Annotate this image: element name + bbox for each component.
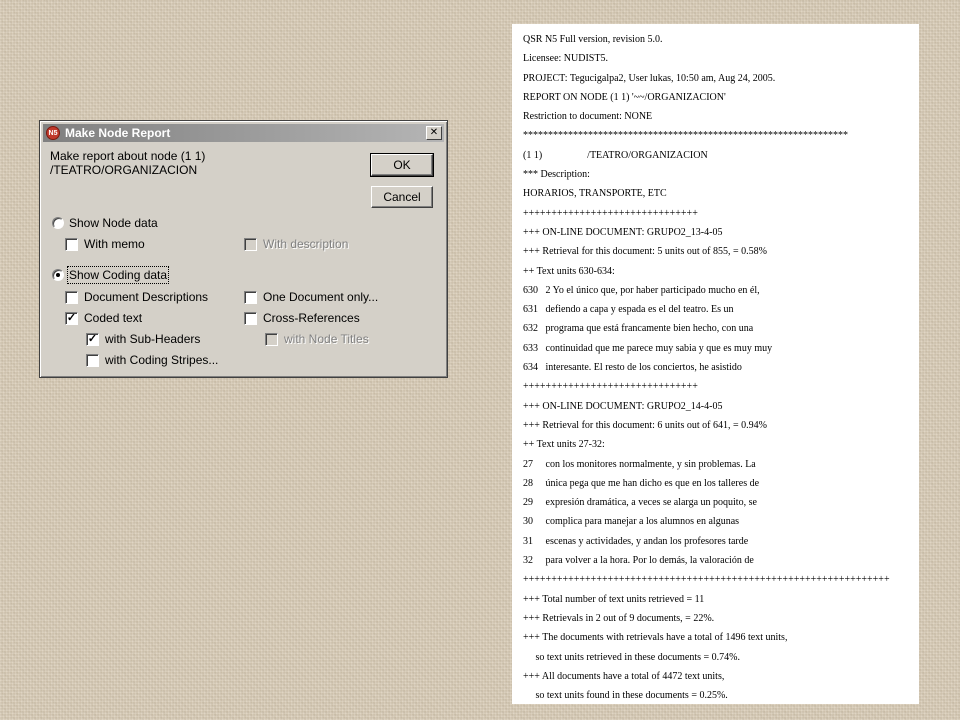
with-sub-headers-checkbox[interactable]: ✓ with Sub-Headers (86, 332, 200, 346)
checkmark-icon: ✓ (65, 311, 78, 325)
with-coding-stripes-label: with Coding Stripes... (105, 353, 219, 367)
report-line: ****************************************… (523, 130, 848, 142)
checkbox-unchecked-icon (244, 311, 257, 325)
report-line: PROJECT: Tegucigalpa2, User lukas, 10:50… (523, 72, 776, 84)
with-coding-stripes-checkbox[interactable]: with Coding Stripes... (86, 353, 218, 367)
report-line: 29 expresión dramática, a veces se alarg… (523, 497, 757, 509)
dialog-titlebar[interactable]: N5 Make Node Report ✕ (43, 124, 444, 142)
with-memo-checkbox[interactable]: With memo (65, 237, 145, 251)
show-coding-data-radio[interactable]: Show Coding data (52, 266, 170, 284)
report-line: HORARIOS, TRANSPORTE, ETC (523, 188, 667, 200)
cancel-button[interactable]: Cancel (371, 186, 433, 208)
report-line: 27 con los monitores normalmente, y sin … (523, 458, 756, 470)
with-memo-label: With memo (84, 237, 145, 251)
cross-references-checkbox[interactable]: Cross-References (244, 311, 360, 325)
coded-text-checkbox[interactable]: ✓ Coded text (65, 311, 142, 325)
report-line: +++ Retrieval for this document: 6 units… (523, 419, 767, 431)
show-node-data-label: Show Node data (69, 216, 158, 230)
one-document-only-label: One Document only... (263, 290, 379, 304)
report-line: REPORT ON NODE (1 1) '~~/ORGANIZACION' (523, 91, 726, 103)
report-line: +++ Total number of text units retrieved… (523, 593, 705, 605)
report-line: ++ Text units 630-634: (523, 265, 615, 277)
report-line: +++ Retrievals in 2 out of 9 documents, … (523, 612, 715, 624)
close-icon[interactable]: ✕ (426, 126, 442, 140)
report-line: 31 escenas y actividades, y andan los pr… (523, 535, 749, 547)
checkbox-unchecked-icon (86, 353, 99, 367)
show-coding-data-label: Show Coding data (66, 266, 170, 284)
report-line: 32 para volver a la hora. Por lo demás, … (523, 555, 754, 567)
report-line: +++++++++++++++++++++++++++++++ (523, 381, 698, 393)
with-description-label: With description (263, 237, 349, 251)
checkbox-unchecked-icon (244, 290, 257, 304)
make-node-report-dialog: N5 Make Node Report ✕ Make report about … (39, 120, 448, 378)
report-line: so text units found in these documents =… (523, 690, 728, 702)
prompt-line-2: /TEATRO/ORGANIZACION (50, 163, 198, 177)
report-line: 631 defiendo a capa y espada es el del t… (523, 304, 734, 316)
document-descriptions-label: Document Descriptions (84, 290, 209, 304)
ok-button[interactable]: OK (370, 153, 434, 177)
with-sub-headers-label: with Sub-Headers (105, 332, 201, 346)
report-line: +++ Retrieval for this document: 5 units… (523, 246, 767, 258)
radio-unchecked-icon (52, 217, 64, 229)
report-line: ++++++++++++++++++++++++++++++++++++++++… (523, 574, 890, 586)
report-line: +++ All documents have a total of 4472 t… (523, 670, 725, 682)
report-line: 632 programa que está francamente bien h… (523, 323, 754, 335)
checkbox-disabled-icon (265, 332, 278, 346)
one-document-only-checkbox[interactable]: One Document only... (244, 290, 378, 304)
report-line: Restriction to document: NONE (523, 111, 653, 123)
with-node-titles-label: with Node Titles (284, 332, 369, 346)
report-line: 630 2 Yo el único que, por haber partici… (523, 284, 760, 296)
report-line: 634 interesante. El resto de los concier… (523, 362, 742, 374)
report-line: 28 única pega que me han dicho es que en… (523, 477, 760, 489)
dialog-title: Make Node Report (65, 126, 171, 140)
report-line: ++ Text units 27-32: (523, 439, 605, 451)
report-line: +++ ON-LINE DOCUMENT: GRUPO2_13-4-05 (523, 226, 723, 238)
report-line: +++++++++++++++++++++++++++++++ (523, 207, 698, 219)
report-line: *** Description: (523, 169, 590, 181)
document-descriptions-checkbox[interactable]: Document Descriptions (65, 290, 208, 304)
with-description-checkbox[interactable]: With description (244, 237, 348, 251)
report-prompt: Make report about node (1 1) /TEATRO/ORG… (50, 149, 205, 177)
checkbox-disabled-icon (244, 237, 257, 251)
report-line: +++ The documents with retrievals have a… (523, 632, 788, 644)
report-line: QSR N5 Full version, revision 5.0. (523, 34, 663, 45)
app-logo-icon: N5 (46, 126, 60, 140)
checkbox-unchecked-icon (65, 237, 78, 251)
report-line: Licensee: NUDIST5. (523, 53, 608, 65)
coded-text-label: Coded text (84, 311, 143, 325)
report-line: (1 1) /TEATRO/ORGANIZACION (523, 149, 708, 161)
checkmark-icon: ✓ (86, 332, 99, 346)
with-node-titles-checkbox[interactable]: with Node Titles (265, 332, 369, 346)
prompt-line-1: Make report about node (1 1) (50, 149, 206, 163)
radio-checked-icon (52, 269, 64, 281)
node-report-output: QSR N5 Full version, revision 5.0. Licen… (512, 24, 919, 704)
checkbox-unchecked-icon (65, 290, 78, 304)
report-line: so text units retrieved in these documen… (523, 651, 741, 663)
cross-references-label: Cross-References (263, 311, 360, 325)
show-node-data-radio[interactable]: Show Node data (52, 216, 158, 230)
report-line: 30 complica para manejar a los alumnos e… (523, 516, 740, 528)
report-line: 633 continuidad que me parece muy sabia … (523, 342, 773, 354)
report-line: +++ ON-LINE DOCUMENT: GRUPO2_14-4-05 (523, 400, 723, 412)
